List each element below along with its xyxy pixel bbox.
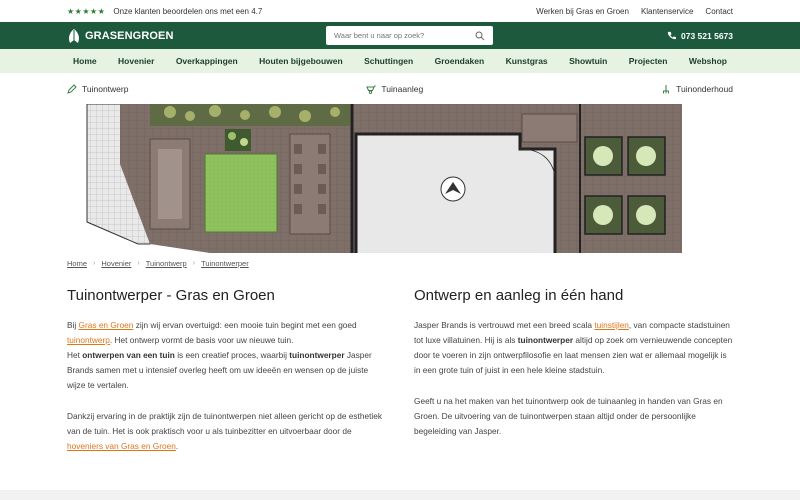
breadcrumb-tuinontwerper[interactable]: Tuinontwerper [201, 259, 249, 268]
breadcrumb-tuinontwerp[interactable]: Tuinontwerp [146, 259, 187, 268]
search-box [326, 26, 493, 45]
intro-column: Tuinontwerper - Gras en Groen Bij Gras e… [67, 287, 385, 454]
text: zijn wij ervan overtuigd: een mooie tuin… [133, 320, 357, 330]
phone-number: 073 521 5673 [681, 30, 733, 41]
rake-icon [663, 84, 670, 93]
page-title: Tuinontwerper - Gras en Groen [67, 287, 275, 304]
subnav-label: Tuinonderhoud [676, 83, 733, 94]
section-title: Ontwerp en aanleg in één hand [414, 287, 624, 304]
top-bar: ★★★★★ Onze klanten beoordelen ons met ee… [0, 0, 800, 22]
chevron-right-icon: › [137, 260, 140, 267]
breadcrumb-home[interactable]: Home [67, 259, 87, 268]
subnav-item-tuinontwerp[interactable]: Tuinontwerp [67, 84, 128, 94]
garden-plan-drawing [86, 104, 682, 253]
text: Het [67, 350, 83, 360]
sub-nav: Tuinontwerp Tuinaanleg Tuinonderhoud [0, 73, 800, 104]
link-tuinstijlen[interactable]: tuinstijlen [594, 320, 629, 330]
link-klantenservice[interactable]: Klantenservice [641, 7, 693, 16]
rating: ★★★★★ Onze klanten beoordelen ons met ee… [67, 7, 262, 16]
link-werken-bij[interactable]: Werken bij Gras en Groen [536, 7, 629, 16]
rating-stars-icon: ★★★★★ [67, 6, 106, 16]
search-icon[interactable] [475, 31, 485, 41]
chevron-right-icon: › [93, 260, 96, 267]
nav-item-groendaken[interactable]: Groendaken [435, 56, 485, 66]
logo[interactable]: GRASENGROEN [67, 28, 174, 44]
nav-item-overkappingen[interactable]: Overkappingen [176, 56, 238, 66]
phone-link[interactable]: 073 521 5673 [667, 31, 733, 41]
logo-text: GRASENGROEN [85, 29, 174, 42]
design-column: Ontwerp en aanleg in één hand Jasper Bra… [414, 287, 734, 439]
wheelbarrow-icon [366, 84, 377, 94]
subnav-label: Tuinontwerp [82, 83, 129, 94]
nav-item-showtuin[interactable]: Showtuin [569, 56, 607, 66]
subnav-item-tuinonderhoud[interactable]: Tuinonderhoud [661, 84, 733, 94]
bold-text: ontwerpen van een tuin [82, 350, 175, 360]
nav-item-houten-bijgebouwen[interactable]: Houten bijgebouwen [259, 56, 343, 66]
nav-item-webshop[interactable]: Webshop [689, 56, 727, 66]
pencil-icon [67, 83, 77, 94]
breadcrumb-hovenier[interactable]: Hovenier [101, 259, 131, 268]
phone-icon [667, 31, 676, 40]
nav-item-schuttingen[interactable]: Schuttingen [364, 56, 413, 66]
link-contact[interactable]: Contact [705, 7, 733, 16]
text: is een creatief proces, waarbij [174, 350, 290, 360]
text: Dankzij ervaring in de praktijk zijn de … [67, 411, 383, 436]
nav-item-hovenier[interactable]: Hovenier [118, 56, 154, 66]
nav-item-home[interactable]: Home [73, 56, 97, 66]
link-gras-en-groen[interactable]: Gras en Groen [79, 320, 134, 330]
chevron-right-icon: › [192, 260, 196, 267]
nav-item-projecten[interactable]: Projecten [629, 56, 668, 66]
subnav-item-tuinaanleg[interactable]: Tuinaanleg [366, 84, 423, 94]
header: GRASENGROEN 073 521 5673 [0, 22, 800, 49]
text: Bij [67, 320, 79, 330]
garden-plan-image [0, 104, 800, 253]
link-tuinontwerp[interactable]: tuinontwerp [67, 335, 110, 345]
text: . Het ontwerp vormt de basis voor uw nie… [109, 335, 294, 345]
main-nav: Home Hovenier Overkappingen Houten bijge… [0, 49, 800, 73]
rating-text: Onze klanten beoordelen ons met een 4.7 [113, 6, 263, 16]
top-links: Werken bij Gras en Groen Klantenservice … [536, 7, 733, 16]
bold-text: tuinontwerper [517, 335, 574, 345]
bold-text: tuinontwerper [289, 350, 345, 360]
jasper-paragraph: Jasper Brands is vertrouwd met een breed… [414, 318, 734, 378]
subnav-label: Tuinaanleg [381, 83, 424, 94]
leaf-logo-icon [69, 28, 79, 43]
text: . [175, 441, 179, 451]
search-input[interactable] [334, 31, 475, 40]
link-hoveniers[interactable]: hoveniers van Gras en Groen [67, 441, 176, 451]
breadcrumb: Home › Hovenier › Tuinontwerp › Tuinontw… [67, 259, 249, 268]
experience-paragraph: Dankzij ervaring in de praktijk zijn de … [67, 409, 385, 454]
footer-band [0, 490, 800, 500]
text: Jasper Brands is vertrouwd met een breed… [414, 320, 595, 330]
intro-paragraph: Bij Gras en Groen zijn wij ervan overtui… [67, 318, 385, 393]
aanleg-paragraph: Geeft u na het maken van het tuinontwerp… [414, 396, 723, 436]
nav-item-kunstgras[interactable]: Kunstgras [506, 56, 548, 66]
